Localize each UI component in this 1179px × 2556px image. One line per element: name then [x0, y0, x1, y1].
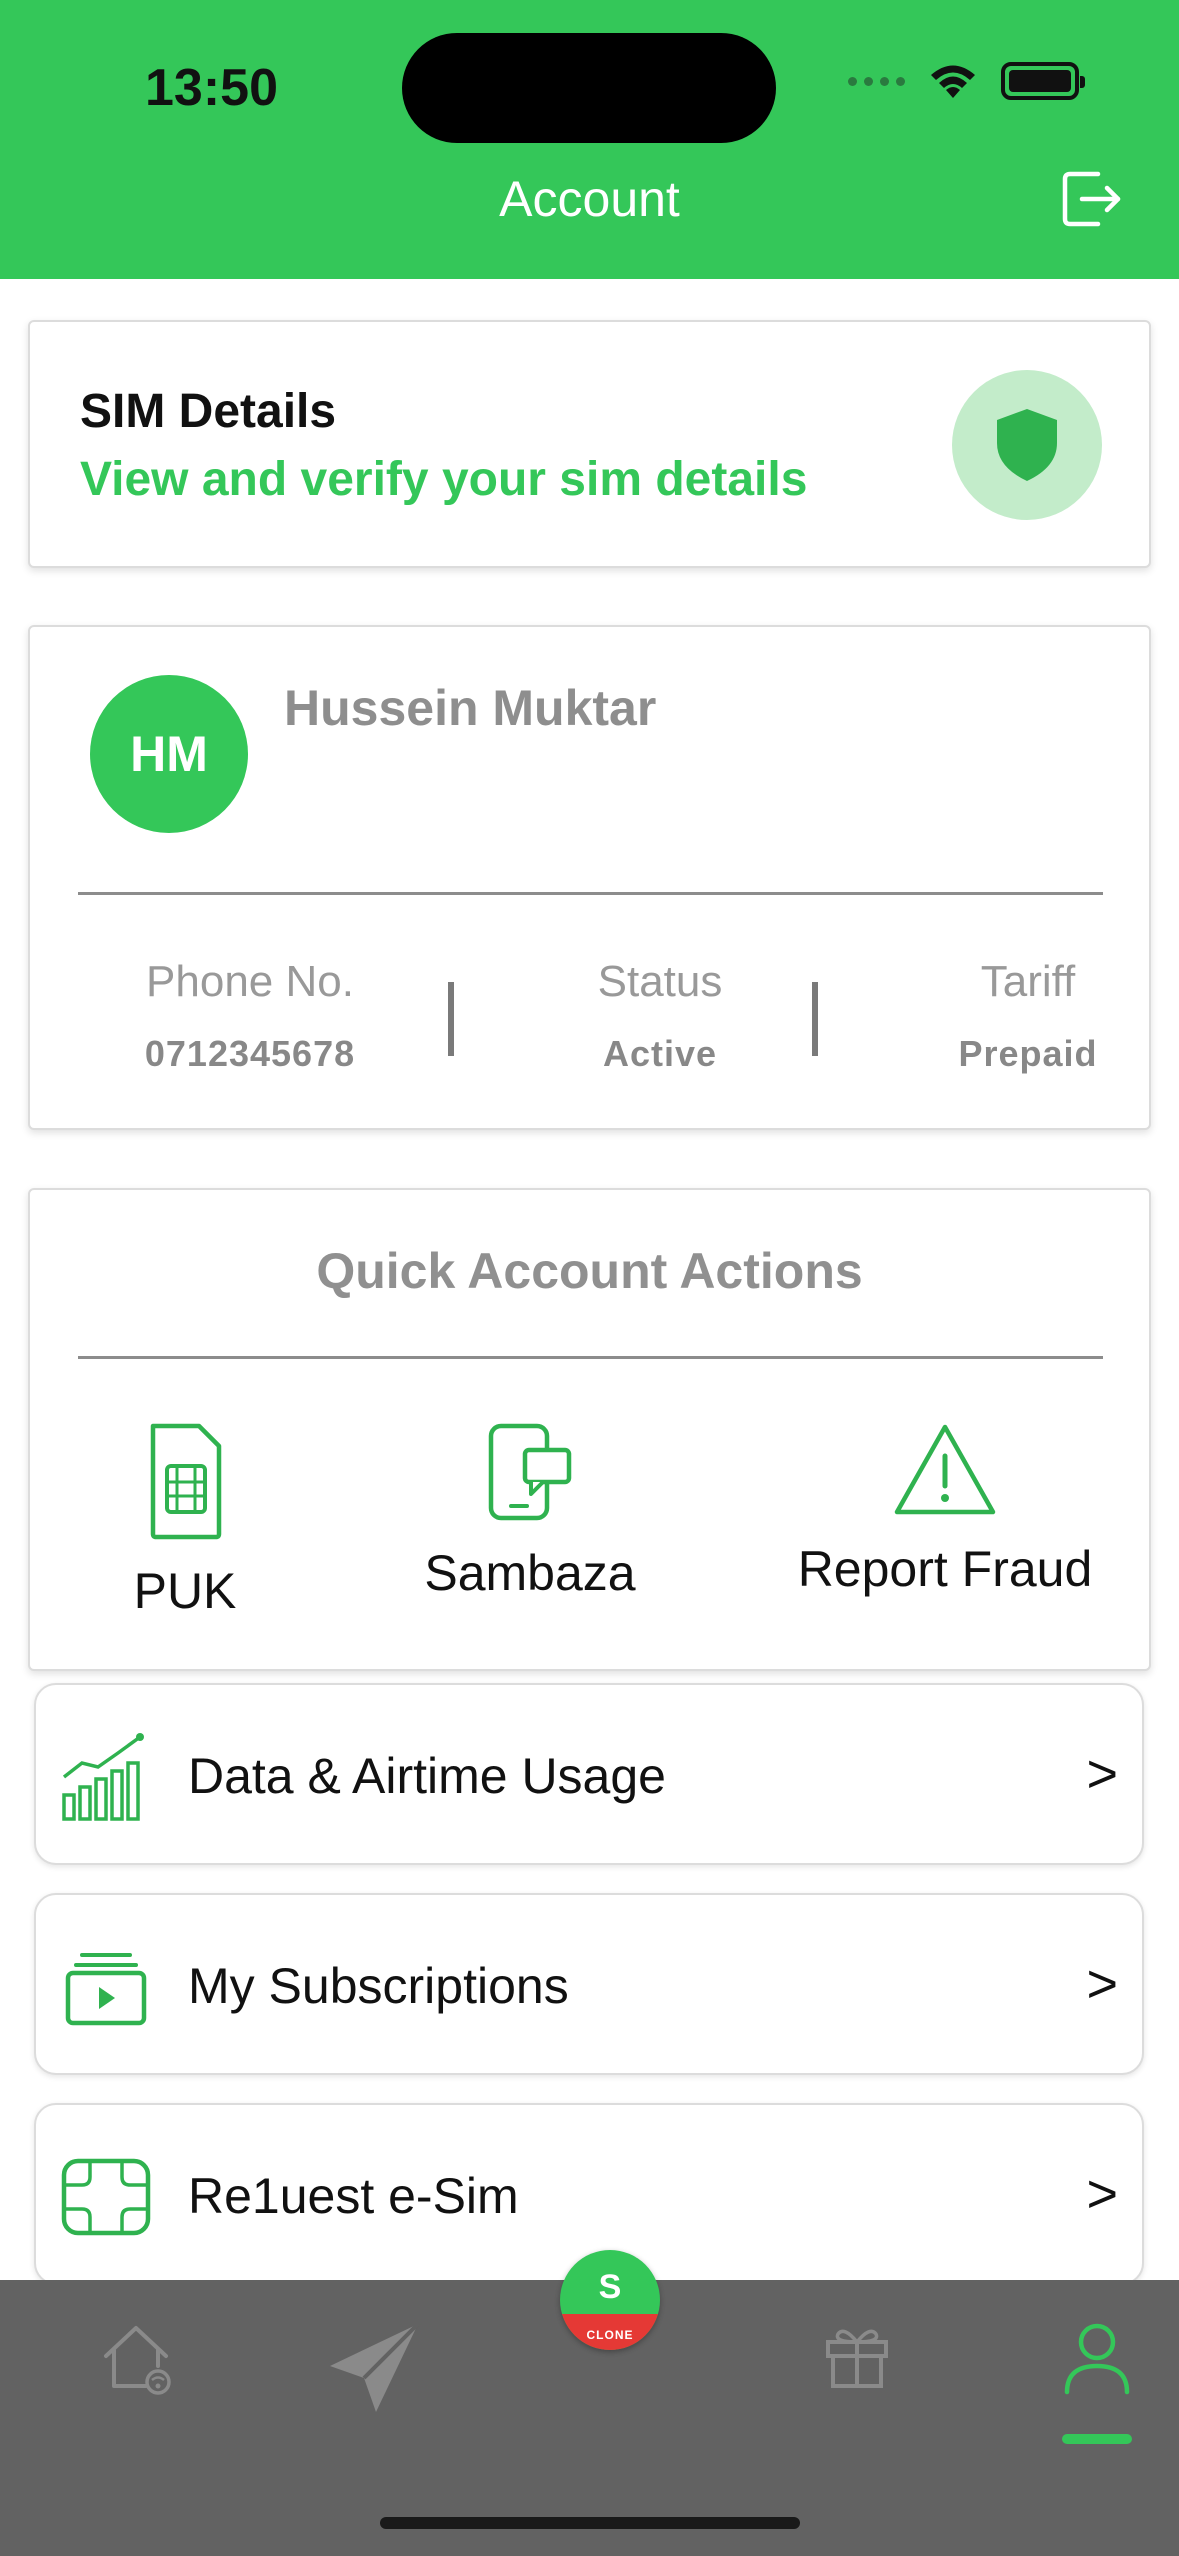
- chart-icon: [62, 1733, 144, 1821]
- subscriptions-icon: [65, 1953, 147, 2026]
- home-indicator: [380, 2517, 800, 2529]
- phone-value: 0712345678: [144, 1033, 356, 1074]
- signal-icon: [848, 76, 905, 86]
- tab-gift-icon[interactable]: [822, 2320, 892, 2390]
- dynamic-island: [402, 33, 776, 143]
- phone-label: Phone No.: [146, 957, 354, 1006]
- logo-caption: CLONE: [586, 2328, 634, 2342]
- status-label: Status: [597, 957, 723, 1006]
- tab-account-icon[interactable]: [1062, 2320, 1132, 2396]
- list-item-label: Re1uest e-Sim: [188, 2168, 519, 2224]
- tariff-value: Prepaid: [958, 1033, 1098, 1074]
- list-item-my-subscriptions[interactable]: My Subscriptions >: [34, 1893, 1144, 2075]
- status-icons: [848, 62, 1085, 100]
- sim-card-icon: [150, 1423, 222, 1540]
- quick-actions-card: Quick Account Actions PUK Sambaza Report…: [28, 1188, 1151, 1671]
- page-title: Account: [499, 171, 680, 227]
- profile-name: Hussein Muktar: [284, 680, 657, 736]
- status-info: Status Active: [500, 957, 820, 1075]
- quick-action-sambaza[interactable]: Sambaza: [390, 1422, 670, 1602]
- app-header: 13:50 Account: [0, 0, 1179, 279]
- phone-info: Phone No. 0712345678: [90, 957, 410, 1075]
- tab-send-icon[interactable]: [326, 2320, 422, 2416]
- sim-details-card[interactable]: SIM Details View and verify your sim det…: [28, 320, 1151, 568]
- divider: [78, 1356, 1103, 1359]
- shield-icon: [997, 409, 1057, 481]
- tariff-label: Tariff: [980, 957, 1076, 1006]
- divider: [78, 892, 1103, 895]
- status-value: Active: [602, 1033, 718, 1074]
- sim-details-subtitle: View and verify your sim details: [80, 453, 808, 506]
- esim-icon: [61, 2158, 151, 2236]
- info-separator: [448, 982, 454, 1056]
- logout-icon[interactable]: [1060, 168, 1126, 230]
- quick-action-label: Report Fraud: [797, 1541, 1093, 1597]
- list-item-label: My Subscriptions: [188, 1958, 569, 2014]
- info-separator: [812, 982, 818, 1056]
- quick-actions-title: Quick Account Actions: [316, 1243, 863, 1299]
- active-tab-indicator: [1062, 2434, 1132, 2444]
- chevron-right-icon: >: [1086, 1954, 1118, 2014]
- quick-action-report-fraud[interactable]: Report Fraud: [780, 1422, 1110, 1598]
- center-logo[interactable]: S CLONE: [560, 2250, 660, 2350]
- chevron-right-icon: >: [1086, 2164, 1118, 2224]
- quick-action-label: Sambaza: [424, 1545, 636, 1601]
- tab-home-icon[interactable]: [100, 2320, 176, 2396]
- logo-letter: S: [598, 2268, 622, 2306]
- tariff-info: Tariff Prepaid: [868, 957, 1179, 1075]
- shield-badge: [952, 370, 1102, 520]
- avatar: HM: [90, 675, 248, 833]
- list-item-data-airtime-usage[interactable]: Data & Airtime Usage >: [34, 1683, 1144, 1865]
- profile-card: HM Hussein Muktar Phone No. 0712345678 S…: [28, 625, 1151, 1130]
- phone-share-icon: [488, 1423, 572, 1521]
- sim-details-title: SIM Details: [80, 385, 337, 438]
- quick-action-label: PUK: [133, 1563, 237, 1619]
- warning-icon: [894, 1424, 996, 1515]
- battery-icon: [1001, 62, 1085, 100]
- list-item-label: Data & Airtime Usage: [188, 1748, 666, 1804]
- wifi-icon: [931, 65, 975, 98]
- chevron-right-icon: >: [1086, 1744, 1118, 1804]
- status-time: 13:50: [145, 59, 278, 117]
- quick-action-puk[interactable]: PUK: [80, 1422, 290, 1620]
